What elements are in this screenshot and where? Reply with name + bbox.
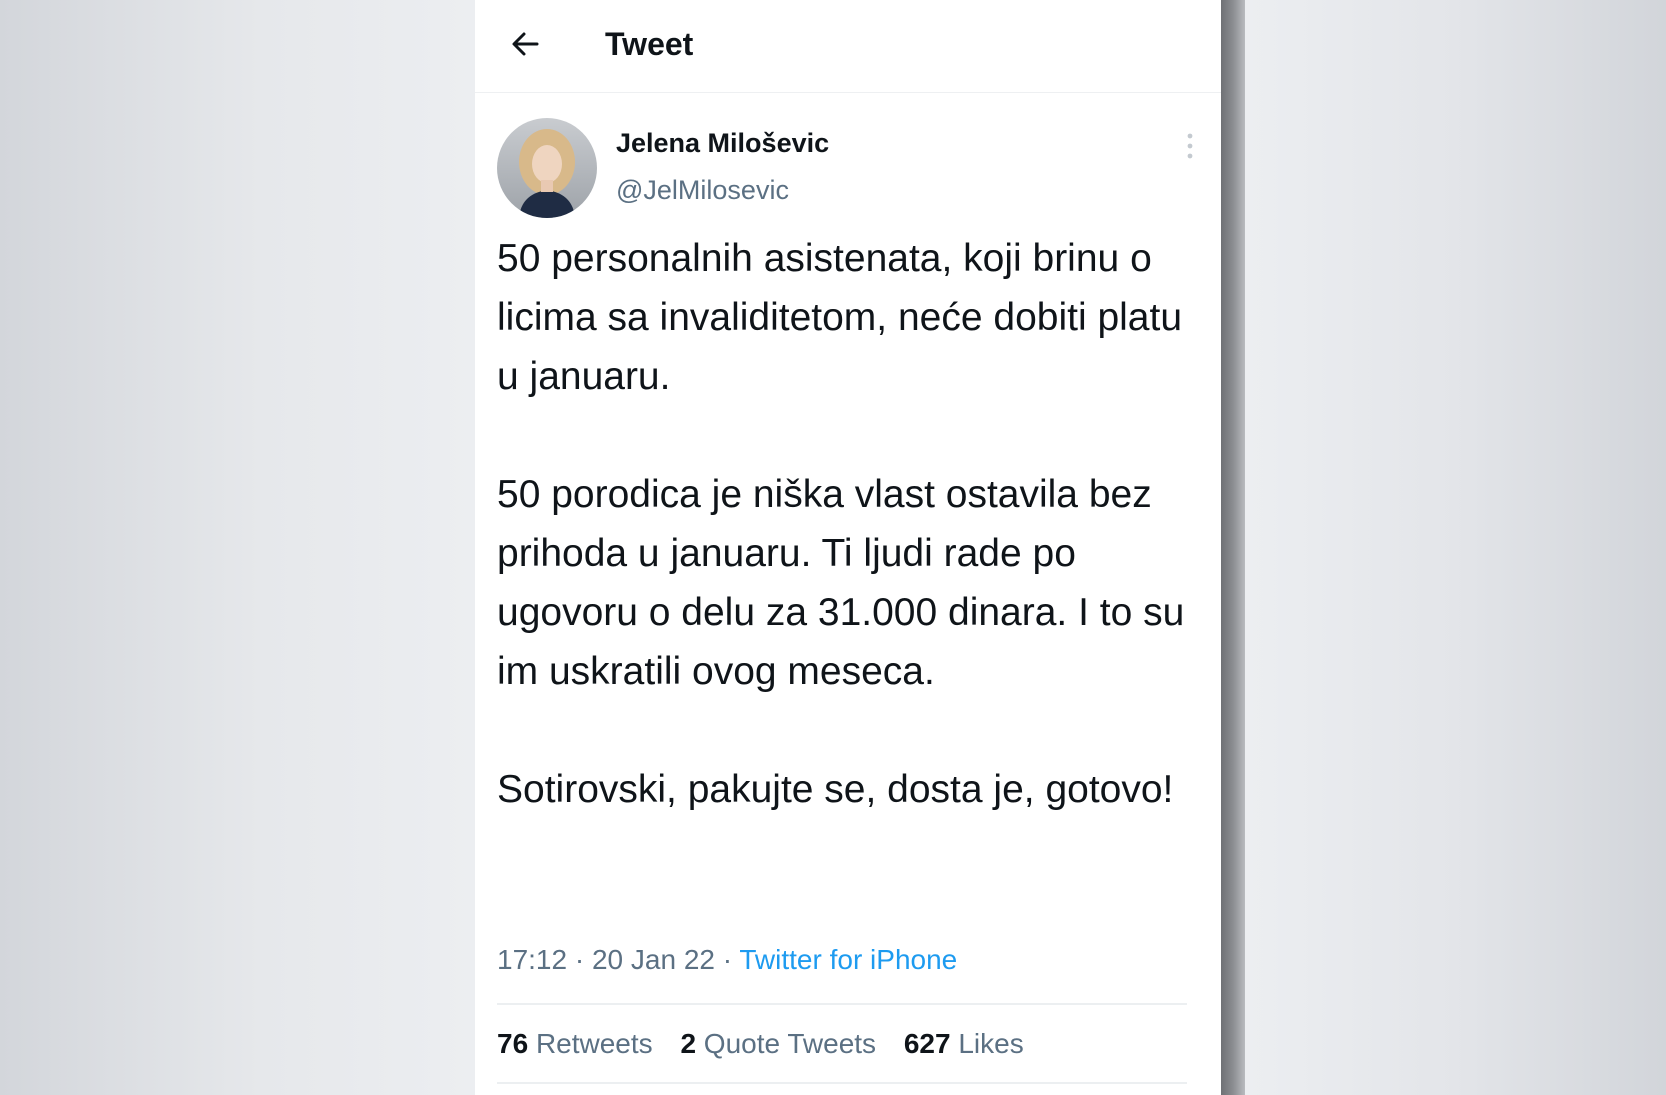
quote-tweets-count: 2: [680, 1028, 697, 1059]
background-right: [1245, 0, 1666, 1095]
vertical-ellipsis-icon: [1186, 132, 1194, 165]
likes-count: 627: [903, 1028, 951, 1059]
tweet-metadata: 17:12 · 20 Jan 22 · Twitter for iPhone: [497, 944, 957, 976]
divider: [497, 1082, 1187, 1084]
quote-tweets-stat[interactable]: 2 Quote Tweets: [680, 1028, 876, 1060]
quote-tweets-label: Quote Tweets: [703, 1028, 877, 1059]
retweets-label: Retweets: [535, 1028, 653, 1059]
avatar[interactable]: [497, 118, 597, 218]
tweet-date[interactable]: 20 Jan 22: [592, 944, 715, 975]
author-handle[interactable]: @JelMilosevic: [616, 175, 789, 206]
retweets-stat[interactable]: 76 Retweets: [497, 1028, 653, 1060]
top-bar: Tweet: [475, 0, 1221, 93]
likes-label: Likes: [958, 1028, 1024, 1059]
retweets-count: 76: [497, 1028, 529, 1059]
page-title: Tweet: [605, 26, 694, 62]
background-left: [0, 0, 475, 1095]
arrow-left-icon: [509, 28, 541, 65]
tweet-source-link[interactable]: Twitter for iPhone: [739, 944, 957, 975]
tweet-screen: Tweet Jelena Miloševic @JelMilosevic 50 …: [475, 0, 1221, 1095]
separator: ·: [567, 944, 592, 975]
author-name[interactable]: Jelena Miloševic: [616, 128, 829, 159]
tweet-paragraph: Sotirovski, pakujte se, dosta je, gotovo…: [497, 768, 1174, 811]
back-button[interactable]: [503, 24, 547, 68]
phone-frame-edge: [1221, 0, 1245, 1095]
tweet-paragraph: 50 porodica je niška vlast ostavila bez …: [497, 473, 1185, 693]
tweet-time[interactable]: 17:12: [497, 944, 567, 975]
separator: ·: [714, 944, 740, 975]
more-options-button[interactable]: [1175, 130, 1205, 166]
tweet-body: 50 personalnih asistenata, koji brinu o …: [497, 229, 1197, 819]
tweet-paragraph: 50 personalnih asistenata, koji brinu o …: [497, 237, 1183, 398]
divider: [497, 1003, 1187, 1005]
likes-stat[interactable]: 627 Likes: [904, 1028, 1024, 1060]
tweet-stats: 76 Retweets 2 Quote Tweets 627 Likes: [497, 1028, 1044, 1060]
